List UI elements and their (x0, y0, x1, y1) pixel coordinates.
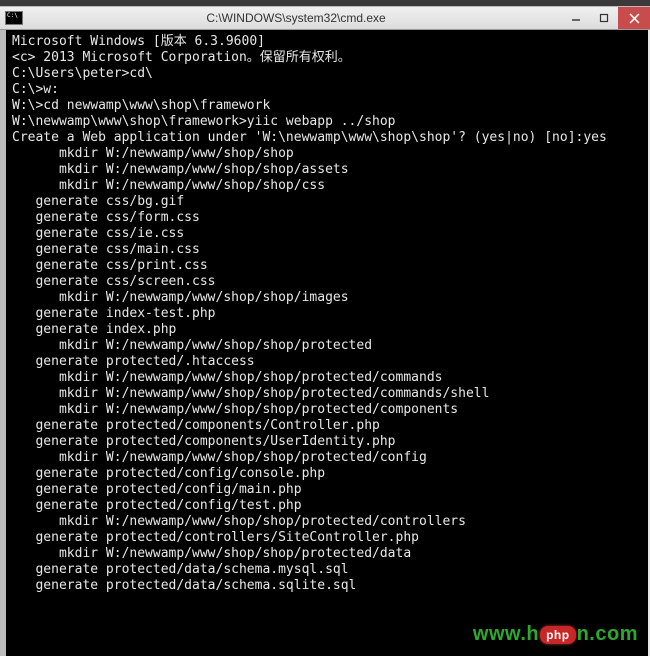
terminal-output[interactable]: Microsoft Windows [版本 6.3.9600]<c> 2013 … (0, 30, 650, 656)
terminal-line: generate css/bg.gif (12, 194, 642, 210)
watermark: www.h php n.com (473, 623, 638, 646)
terminal-line: generate protected/data/schema.mysql.sql (12, 562, 642, 578)
terminal-line: <c> 2013 Microsoft Corporation。保留所有权利。 (12, 50, 642, 66)
maximize-icon (599, 13, 609, 23)
terminal-line: mkdir W:/newwamp/www/shop/shop/protected (12, 338, 642, 354)
terminal-line: generate protected/config/console.php (12, 466, 642, 482)
terminal-line: C:\Users\peter>cd\ (12, 66, 642, 82)
terminal-line: mkdir W:/newwamp/www/shop/shop/css (12, 178, 642, 194)
terminal-line: generate protected/components/Controller… (12, 418, 642, 434)
terminal-line: generate protected/.htaccess (12, 354, 642, 370)
watermark-pill: php (540, 626, 576, 644)
terminal-line: W:\>cd newwamp\www\shop\framework (12, 98, 642, 114)
watermark-prefix: www.h (473, 623, 539, 646)
minimize-icon (571, 13, 581, 23)
terminal-line: generate protected/config/main.php (12, 482, 642, 498)
terminal-line: mkdir W:/newwamp/www/shop/shop/images (12, 290, 642, 306)
terminal-line: generate protected/controllers/SiteContr… (12, 530, 642, 546)
window-controls (562, 7, 650, 29)
terminal-line: mkdir W:/newwamp/www/shop/shop/protected… (12, 402, 642, 418)
window-titlebar[interactable]: C:\WINDOWS\system32\cmd.exe (0, 6, 650, 30)
terminal-line: Create a Web application under 'W:\newwa… (12, 130, 642, 146)
terminal-line: W:\newwamp\www\shop\framework>yiic webap… (12, 114, 642, 130)
terminal-line: mkdir W:/newwamp/www/shop/shop/assets (12, 162, 642, 178)
terminal-line: generate css/screen.css (12, 274, 642, 290)
maximize-button[interactable] (590, 7, 618, 29)
terminal-line: mkdir W:/newwamp/www/shop/shop/protected… (12, 370, 642, 386)
cmd-app-icon (4, 11, 24, 25)
terminal-line: generate css/main.css (12, 242, 642, 258)
watermark-suffix: n.com (577, 623, 638, 646)
terminal-line: generate protected/config/test.php (12, 498, 642, 514)
terminal-line: mkdir W:/newwamp/www/shop/shop/protected… (12, 386, 642, 402)
minimize-button[interactable] (562, 7, 590, 29)
terminal-line: C:\>w: (12, 82, 642, 98)
terminal-line: generate css/ie.css (12, 226, 642, 242)
terminal-line: mkdir W:/newwamp/www/shop/shop/protected… (12, 546, 642, 562)
terminal-line: mkdir W:/newwamp/www/shop/shop/protected… (12, 514, 642, 530)
terminal-line: mkdir W:/newwamp/www/shop/shop/protected… (12, 450, 642, 466)
terminal-line: generate index.php (12, 322, 642, 338)
window-title: C:\WINDOWS\system32\cmd.exe (30, 11, 562, 25)
terminal-line: mkdir W:/newwamp/www/shop/shop (12, 146, 642, 162)
close-button[interactable] (618, 7, 650, 29)
terminal-line: generate protected/components/UserIdenti… (12, 434, 642, 450)
terminal-line: generate index-test.php (12, 306, 642, 322)
terminal-line: generate protected/data/schema.sqlite.sq… (12, 578, 642, 594)
terminal-line: generate css/form.css (12, 210, 642, 226)
close-icon (629, 13, 640, 24)
terminal-line: generate css/print.css (12, 258, 642, 274)
terminal-line: Microsoft Windows [版本 6.3.9600] (12, 34, 642, 50)
